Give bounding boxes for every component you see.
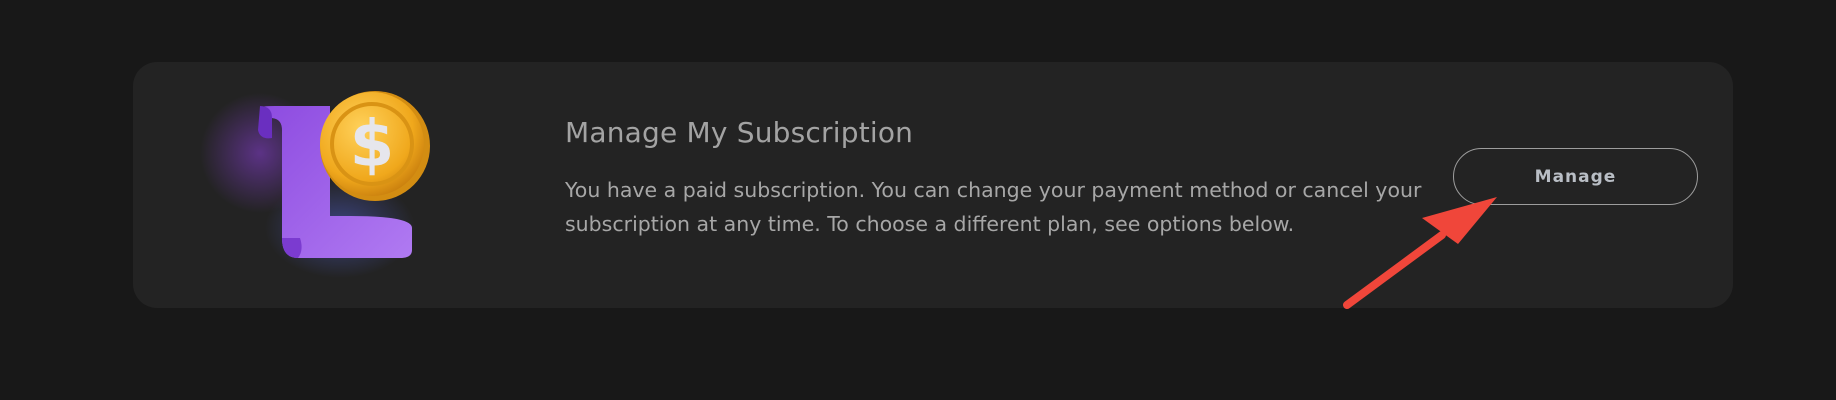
subscription-scroll-coin-icon: $: [200, 91, 430, 278]
subscription-description: You have a paid subscription. You can ch…: [565, 178, 1422, 236]
svg-text:$: $: [350, 108, 395, 182]
page-title: Manage My Subscription: [565, 116, 914, 149]
red-arrow-icon: [1343, 197, 1497, 309]
